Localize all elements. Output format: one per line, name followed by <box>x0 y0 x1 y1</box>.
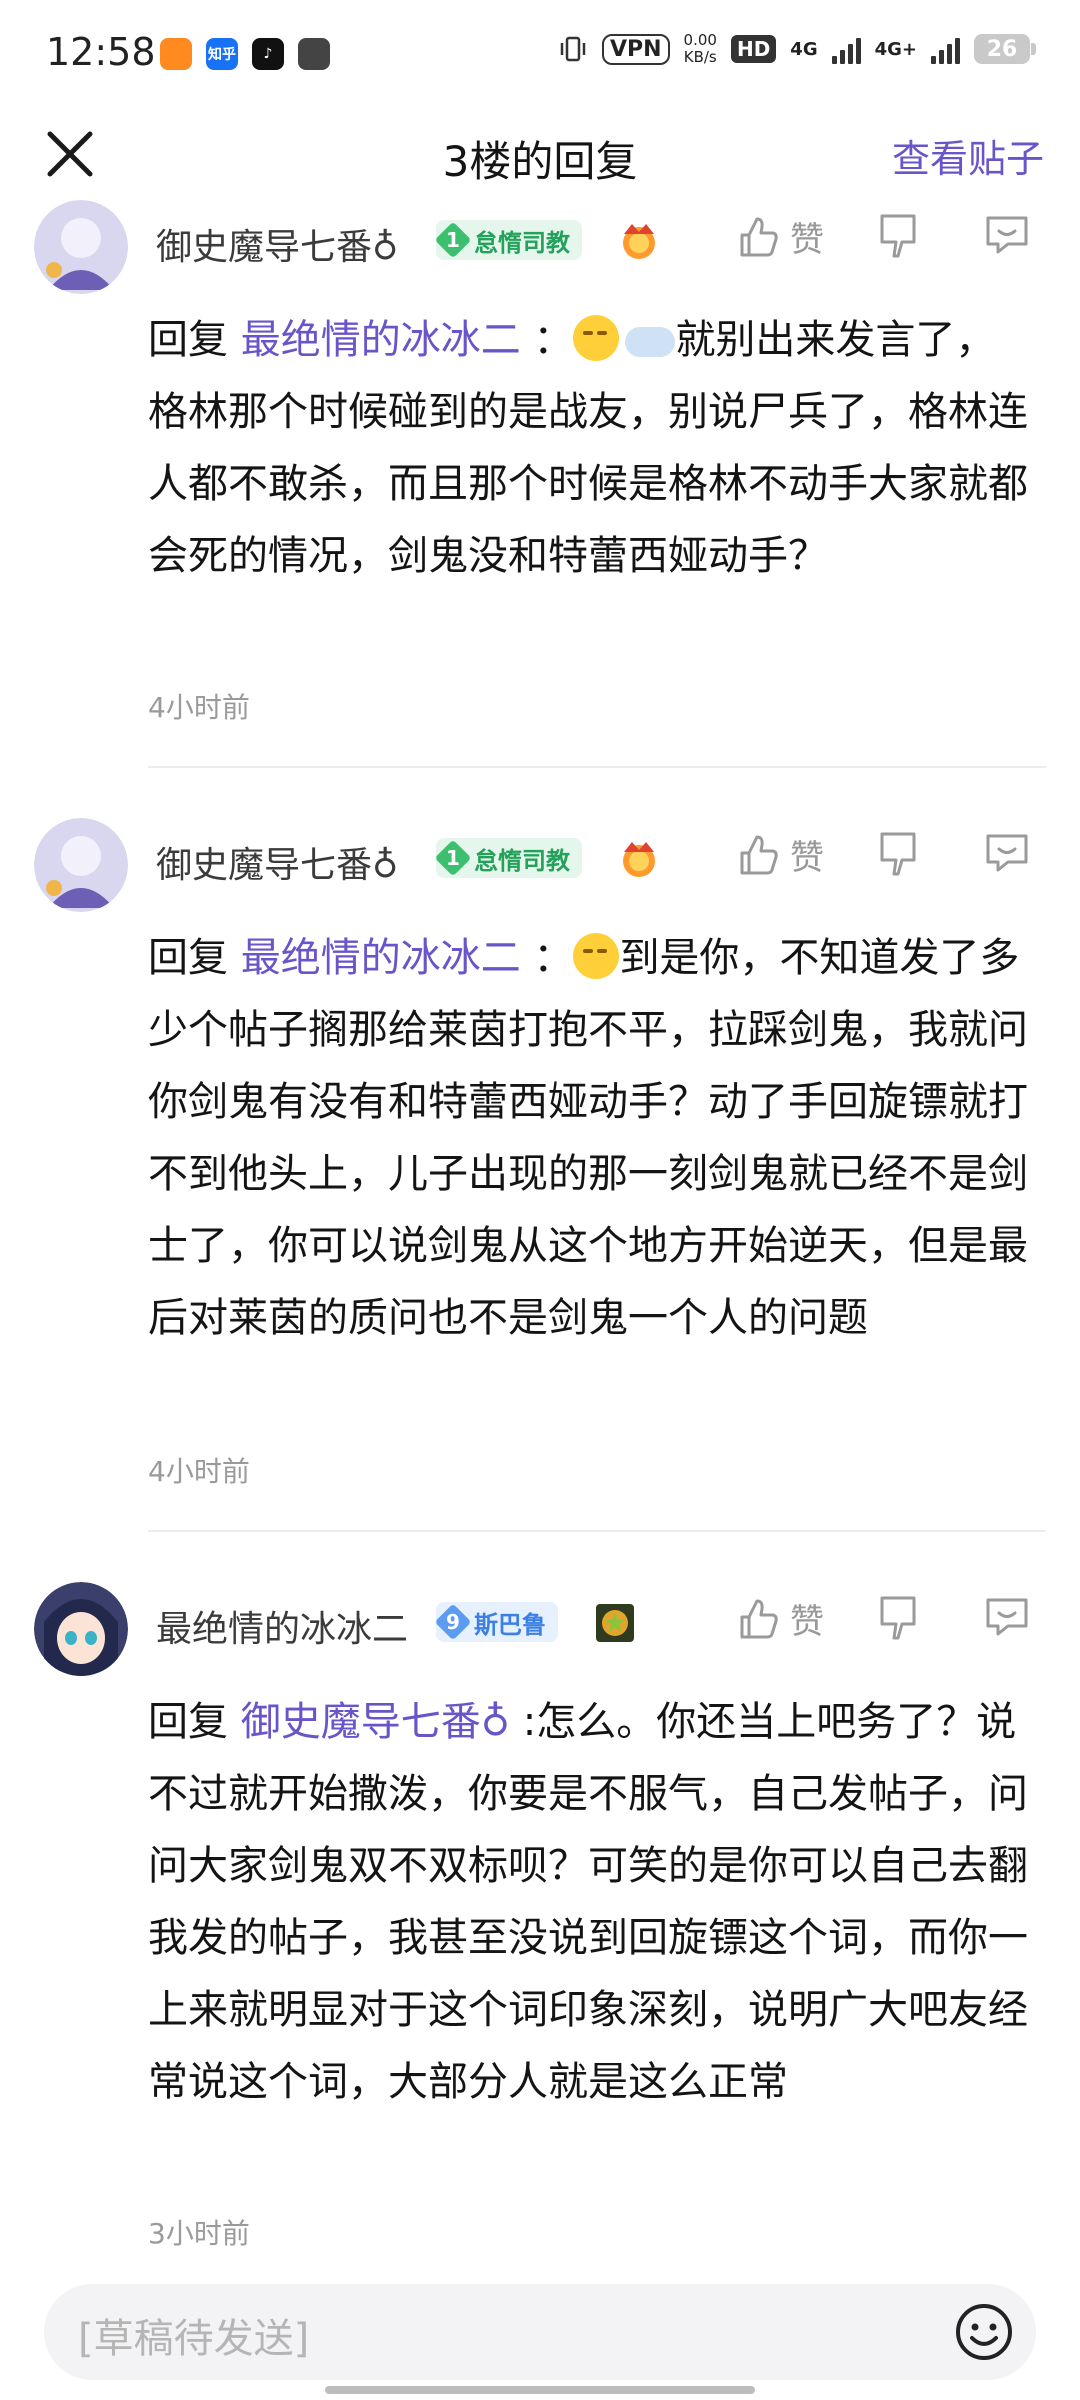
badge-level-number: 9 <box>446 1609 460 1634</box>
input-placeholder: [草稿待发送] <box>78 2316 310 2362</box>
badge-level: 1 <box>434 839 472 877</box>
dislike-button[interactable] <box>876 212 920 264</box>
dislike-button[interactable] <box>876 830 920 882</box>
status-time: 12:58 <box>46 30 156 74</box>
mention-link[interactable]: 御史魔导七番♁ <box>241 1699 510 1745</box>
emoji-icon <box>573 933 620 979</box>
reply-time: 4小时前 <box>148 691 250 724</box>
thumbs-up-icon <box>740 835 778 874</box>
network-type-1: 4G <box>790 38 818 60</box>
reply-text: 怎么。你还当上吧务了？说不过就开始撒泼，你要是不服气，自己发帖子，问问大家剑鬼双… <box>148 1699 1028 2105</box>
reply-time: 3小时前 <box>148 2217 250 2250</box>
like-label: 赞 <box>790 838 824 878</box>
fan-badge: 1 怠惰司教 <box>434 838 582 878</box>
medal-icon <box>623 842 655 877</box>
divider <box>148 766 1046 768</box>
username[interactable]: 最绝情的冰冰二 <box>156 1600 408 1652</box>
like-label: 赞 <box>790 1602 824 1642</box>
like-button[interactable]: 赞 <box>736 1594 824 1643</box>
thumbs-up-icon <box>740 217 778 256</box>
smiley-icon <box>956 2304 1012 2360</box>
username[interactable]: 御史魔导七番♁ <box>156 218 398 270</box>
comment-button[interactable] <box>984 1594 1030 1642</box>
reply-content: 回复 最绝情的冰冰二 ：就别出来发言了，格林那个时候碰到的是战友，别说尸兵了，格… <box>148 304 1034 592</box>
reply-input-bar: [草稿待发送] <box>0 2258 1080 2400</box>
comment-button[interactable] <box>984 212 1030 260</box>
like-button[interactable]: 赞 <box>736 830 824 879</box>
comment-button[interactable] <box>984 830 1030 878</box>
reply-text: 到是你，不知道发了多少个帖子搁那给莱茵打抱不平，拉踩剑鬼，我就问你剑鬼有没有和特… <box>148 935 1028 1341</box>
cloud-emoji-icon <box>625 327 676 357</box>
medal-icon <box>623 224 655 259</box>
status-app-icons: 知乎 ♪ <box>160 38 330 70</box>
divider <box>148 1530 1046 1532</box>
badge-text: 怠惰司教 <box>474 846 570 875</box>
badge-text: 怠惰司教 <box>474 228 570 257</box>
battery-icon: 26 <box>974 34 1036 64</box>
badge-level: 9 <box>434 1603 472 1641</box>
badge-level-number: 1 <box>446 227 460 252</box>
signal-icon-1 <box>831 34 861 64</box>
reply-time: 4小时前 <box>148 1455 250 1488</box>
reply-prefix: 回复 <box>148 935 241 981</box>
tiktok-icon: ♪ <box>252 38 284 70</box>
thumbs-down-icon <box>880 1596 916 1640</box>
mention-link[interactable]: 最绝情的冰冰二 <box>241 317 521 363</box>
emoji-button[interactable] <box>952 2300 1016 2364</box>
zhihu-icon: 知乎 <box>206 38 238 70</box>
thumbs-up-icon <box>740 1599 778 1638</box>
emoji-icon <box>573 315 620 361</box>
signal-icon-2 <box>931 34 960 64</box>
badge-text: 斯巴鲁 <box>474 1610 546 1639</box>
status-bar: 12:58 知乎 ♪ VPN 0.00 KB/s HD 4G 4G+ 26 <box>0 0 1080 110</box>
mention-link[interactable]: 最绝情的冰冰二 <box>241 935 521 981</box>
reply-content: 回复 御史魔导七番♁ :怎么。你还当上吧务了？说不过就开始撒泼，你要是不服气，自… <box>148 1686 1034 2118</box>
like-button[interactable]: 赞 <box>736 212 824 261</box>
net-speed-unit: KB/s <box>683 48 717 66</box>
avatar[interactable] <box>34 818 128 912</box>
net-speed-value: 0.00 <box>683 31 717 49</box>
reply-prefix: 回复 <box>148 1699 241 1745</box>
net-speed: 0.00 KB/s <box>684 32 717 66</box>
app-icon-1 <box>160 38 192 70</box>
view-post-link[interactable]: 查看贴子 <box>892 128 1044 183</box>
vibrate-icon <box>560 36 586 62</box>
badge-level: 1 <box>434 221 472 259</box>
comment-icon <box>986 834 1028 872</box>
home-indicator[interactable] <box>325 2386 755 2394</box>
medal-icon <box>596 1604 634 1642</box>
reply-colon: : <box>510 1699 537 1745</box>
reply-prefix: 回复 <box>148 317 241 363</box>
reply-content: 回复 最绝情的冰冰二 ：到是你，不知道发了多少个帖子搁那给莱茵打抱不平，拉踩剑鬼… <box>148 922 1034 1354</box>
avatar[interactable] <box>34 1582 128 1676</box>
header: 3楼的回复 查看贴子 <box>0 110 1080 210</box>
badge-level-number: 1 <box>446 845 460 870</box>
avatar[interactable] <box>34 200 128 294</box>
reply-colon: ： <box>520 935 574 981</box>
status-indicators: VPN 0.00 KB/s HD 4G 4G+ 26 <box>558 32 1036 66</box>
reply-colon: ： <box>520 317 574 363</box>
fan-badge: 9 斯巴鲁 <box>434 1602 558 1642</box>
reply-input[interactable]: [草稿待发送] <box>44 2284 1036 2380</box>
fan-badge: 1 怠惰司教 <box>434 220 582 260</box>
network-type-2: 4G+ <box>874 38 917 60</box>
like-label: 赞 <box>790 220 824 260</box>
comment-icon <box>986 1598 1028 1636</box>
comment-icon <box>986 216 1028 254</box>
cat-icon <box>298 38 330 70</box>
vpn-indicator: VPN <box>601 33 670 65</box>
thumbs-down-icon <box>880 214 916 258</box>
dislike-button[interactable] <box>876 1594 920 1646</box>
thumbs-down-icon <box>880 832 916 876</box>
hd-indicator: HD <box>730 35 777 63</box>
username[interactable]: 御史魔导七番♁ <box>156 836 398 888</box>
